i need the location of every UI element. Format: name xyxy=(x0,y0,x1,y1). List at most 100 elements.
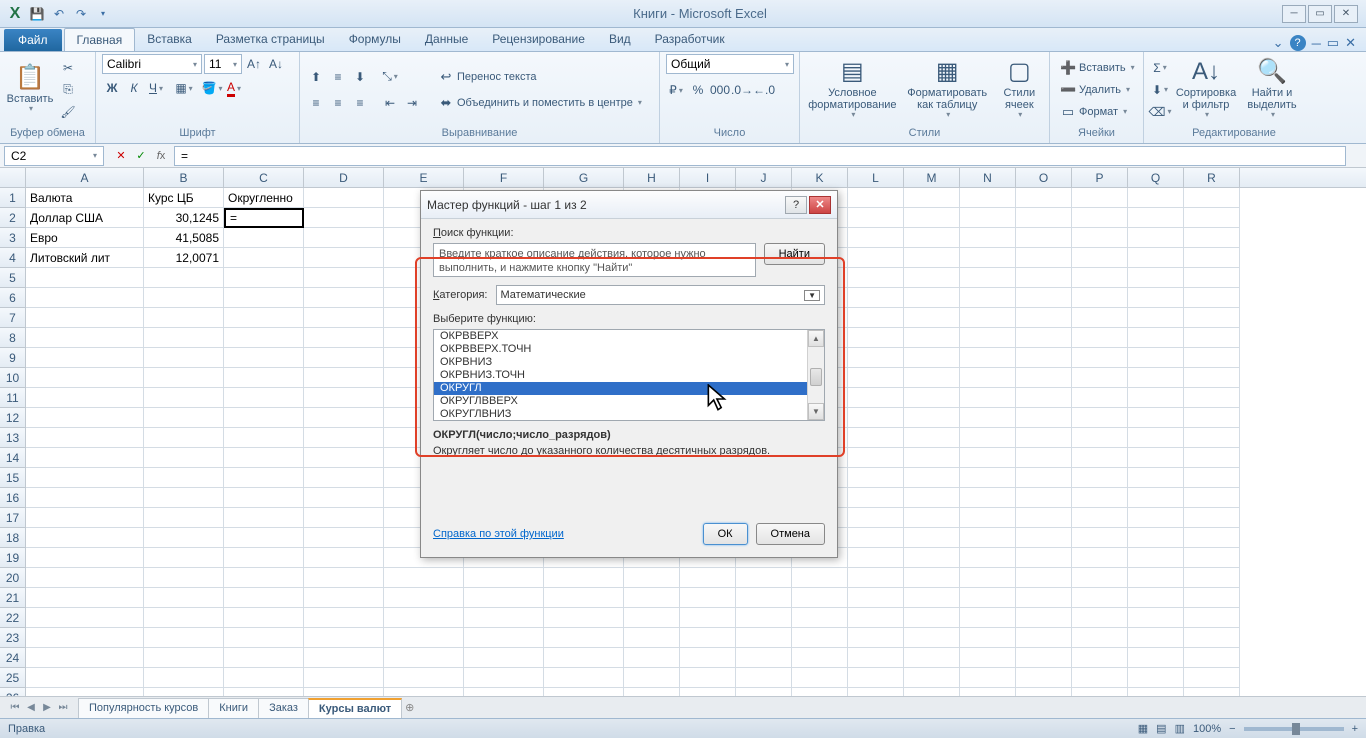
cell[interactable] xyxy=(904,368,960,388)
cell[interactable] xyxy=(848,608,904,628)
number-format-combo[interactable]: Общий▾ xyxy=(666,54,794,74)
cell[interactable] xyxy=(904,508,960,528)
percent-icon[interactable]: % xyxy=(688,80,708,100)
cell[interactable] xyxy=(904,428,960,448)
cell[interactable] xyxy=(224,288,304,308)
cell[interactable] xyxy=(1016,308,1072,328)
cell[interactable] xyxy=(792,648,848,668)
cell[interactable] xyxy=(960,428,1016,448)
copy-icon[interactable]: ⎘ xyxy=(58,80,78,100)
cell[interactable] xyxy=(1072,648,1128,668)
font-color-icon[interactable]: A▾ xyxy=(224,78,244,98)
col-header[interactable]: L xyxy=(848,168,904,187)
tab-рецензирование[interactable]: Рецензирование xyxy=(480,28,597,51)
qat-customize-icon[interactable]: ▾ xyxy=(94,5,112,23)
cell[interactable] xyxy=(304,408,384,428)
cell[interactable] xyxy=(960,328,1016,348)
cell[interactable] xyxy=(1072,448,1128,468)
cell[interactable] xyxy=(224,348,304,368)
cell[interactable] xyxy=(904,628,960,648)
cell[interactable] xyxy=(26,588,144,608)
cell[interactable] xyxy=(680,568,736,588)
cell[interactable] xyxy=(848,208,904,228)
cell[interactable]: 41,5085 xyxy=(144,228,224,248)
cell[interactable] xyxy=(26,528,144,548)
format-cells-button[interactable]: ▭Формат▾ xyxy=(1056,102,1139,122)
border-icon[interactable]: ▦▾ xyxy=(174,78,194,98)
cell[interactable] xyxy=(960,268,1016,288)
cell[interactable] xyxy=(848,328,904,348)
cell[interactable] xyxy=(792,608,848,628)
cell[interactable] xyxy=(904,268,960,288)
cell[interactable] xyxy=(304,428,384,448)
cell[interactable] xyxy=(26,408,144,428)
cell[interactable] xyxy=(144,308,224,328)
cell[interactable] xyxy=(26,608,144,628)
sheet-last-icon[interactable]: ⏭ xyxy=(56,702,70,713)
col-header[interactable]: E xyxy=(384,168,464,187)
cell[interactable] xyxy=(26,448,144,468)
cell[interactable] xyxy=(1016,568,1072,588)
cell[interactable] xyxy=(224,308,304,328)
cell[interactable] xyxy=(736,628,792,648)
sheet-tab[interactable]: Популярность курсов xyxy=(78,698,209,718)
cell[interactable] xyxy=(848,408,904,428)
cell[interactable] xyxy=(1184,388,1240,408)
cell[interactable] xyxy=(736,648,792,668)
cell[interactable] xyxy=(464,648,544,668)
cell[interactable] xyxy=(792,568,848,588)
file-tab[interactable]: Файл xyxy=(4,29,62,51)
cell[interactable] xyxy=(904,488,960,508)
align-right-icon[interactable]: ≡ xyxy=(350,93,370,113)
cell[interactable] xyxy=(26,648,144,668)
cell[interactable] xyxy=(1128,468,1184,488)
cell[interactable] xyxy=(464,588,544,608)
cell[interactable] xyxy=(224,328,304,348)
cell[interactable] xyxy=(26,368,144,388)
cell[interactable] xyxy=(960,588,1016,608)
cell[interactable] xyxy=(1072,228,1128,248)
cell[interactable] xyxy=(26,488,144,508)
cell[interactable] xyxy=(1128,588,1184,608)
cell[interactable] xyxy=(1072,268,1128,288)
cell[interactable] xyxy=(224,488,304,508)
save-icon[interactable]: 💾 xyxy=(28,5,46,23)
new-sheet-icon[interactable]: ⊕ xyxy=(405,701,414,714)
indent-increase-icon[interactable]: ⇥ xyxy=(402,93,422,113)
zoom-level[interactable]: 100% xyxy=(1193,723,1221,735)
cell[interactable] xyxy=(1072,508,1128,528)
font-name-combo[interactable]: Calibri▾ xyxy=(102,54,202,74)
cell[interactable] xyxy=(904,548,960,568)
cell[interactable] xyxy=(904,288,960,308)
col-header[interactable]: K xyxy=(792,168,848,187)
cell[interactable] xyxy=(144,448,224,468)
close-button[interactable]: ✕ xyxy=(1334,5,1358,23)
cell[interactable] xyxy=(1016,508,1072,528)
font-size-combo[interactable]: 11▾ xyxy=(204,54,242,74)
scroll-down-icon[interactable]: ▼ xyxy=(808,403,824,420)
cell[interactable] xyxy=(1016,488,1072,508)
cell[interactable] xyxy=(304,528,384,548)
wrap-text-button[interactable]: ↩Перенос текста xyxy=(434,67,646,87)
cell[interactable] xyxy=(1184,628,1240,648)
cell[interactable] xyxy=(26,388,144,408)
cell[interactable] xyxy=(680,588,736,608)
delete-cells-button[interactable]: ➖Удалить▾ xyxy=(1056,80,1139,100)
cell[interactable]: Литовский лит xyxy=(26,248,144,268)
row-header[interactable]: 6 xyxy=(0,288,26,308)
function-list-item[interactable]: ОКРУГЛВНИЗ xyxy=(434,408,807,421)
zoom-out-icon[interactable]: − xyxy=(1229,723,1235,735)
category-select[interactable]: Математические▼ xyxy=(496,285,826,305)
cell[interactable] xyxy=(304,388,384,408)
cell[interactable]: Евро xyxy=(26,228,144,248)
cell[interactable] xyxy=(1184,508,1240,528)
cell[interactable] xyxy=(144,368,224,388)
cell[interactable] xyxy=(224,268,304,288)
cell[interactable] xyxy=(304,568,384,588)
row-header[interactable]: 18 xyxy=(0,528,26,548)
col-header[interactable]: J xyxy=(736,168,792,187)
cell[interactable] xyxy=(1128,628,1184,648)
cell[interactable] xyxy=(304,448,384,468)
cell[interactable] xyxy=(1016,368,1072,388)
function-list-item[interactable]: ОКРУГЛ xyxy=(434,382,807,395)
